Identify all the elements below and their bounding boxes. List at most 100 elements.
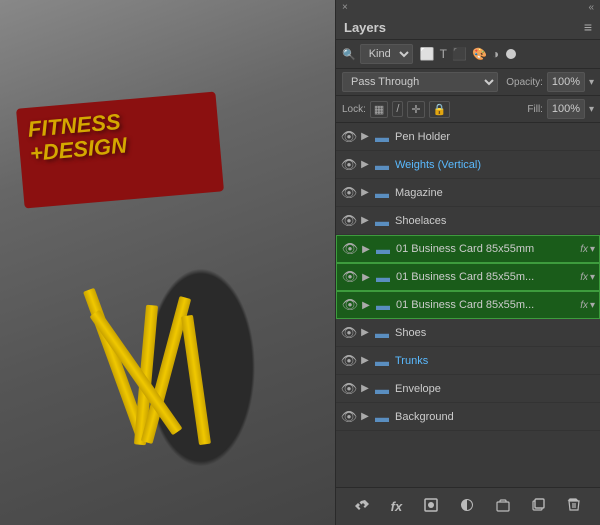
filter-toggle-dot[interactable] — [506, 49, 516, 59]
filter-smart-icon[interactable]: 🎨 — [471, 46, 488, 62]
layer-name: Background — [395, 411, 596, 423]
folder-icon: ▬ — [373, 241, 393, 257]
expand-icon[interactable]: ▶ — [358, 131, 372, 142]
kind-select[interactable]: Kind — [360, 44, 413, 64]
visibility-icon[interactable]: 👁 — [341, 297, 359, 313]
layer-name: Shoes — [395, 327, 596, 339]
layer-item[interactable]: 👁 ▶ ▬ Shoes — [336, 319, 600, 347]
delete-layer-btn[interactable] — [562, 495, 586, 518]
layer-item-highlighted-1[interactable]: 👁 ▶ ▬ 01 Business Card 85x55mm fx ▾ — [336, 235, 600, 263]
filter-mask-icon[interactable]: ◑ — [491, 46, 500, 62]
filter-vector-icon[interactable]: ⬛ — [451, 46, 468, 62]
mask-btn[interactable] — [419, 495, 443, 518]
layer-item[interactable]: 👁 ▶ ▬ Weights (Vertical) — [336, 151, 600, 179]
blend-row: Pass Through Normal Multiply Screen Over… — [336, 69, 600, 96]
expand-icon[interactable]: ▶ — [358, 187, 372, 198]
lock-pixels-btn[interactable]: ▦ — [370, 101, 388, 118]
search-icon: 🔍 — [342, 48, 356, 61]
expand-icon[interactable]: ▶ — [359, 272, 373, 283]
layer-item[interactable]: 👁 ▶ ▬ Magazine — [336, 179, 600, 207]
lock-position-btn[interactable]: / — [392, 101, 403, 117]
layer-name: Trunks — [395, 355, 596, 367]
new-layer-btn[interactable] — [526, 495, 550, 518]
folder-icon: ▬ — [373, 297, 393, 313]
lock-icons: ▦ / ✛ 🔒 — [370, 101, 450, 118]
filter-icons-group: ⬜ T ⬛ 🎨 ◑ — [419, 46, 500, 62]
expand-icon[interactable]: ▶ — [358, 215, 372, 226]
lock-label: Lock: — [342, 104, 366, 115]
opacity-arrow[interactable]: ▾ — [589, 77, 594, 88]
expand-icon[interactable]: ▶ — [358, 159, 372, 170]
expand-icon[interactable]: ▶ — [358, 327, 372, 338]
folder-icon: ▬ — [372, 185, 392, 201]
expand-icon[interactable]: ▶ — [358, 383, 372, 394]
link-layers-btn[interactable] — [350, 495, 374, 518]
canvas-image — [0, 0, 335, 525]
layer-expand-arrow[interactable]: ▾ — [590, 244, 595, 255]
visibility-icon[interactable]: 👁 — [340, 157, 358, 173]
filter-text-icon[interactable]: T — [439, 46, 448, 62]
expand-icon[interactable]: ▶ — [358, 355, 372, 366]
layer-name: 01 Business Card 85x55mm — [396, 243, 577, 255]
canvas-area: FITNESS+DESIGN — [0, 0, 335, 525]
layer-expand-arrow[interactable]: ▾ — [590, 272, 595, 283]
folder-icon: ▬ — [372, 325, 392, 341]
folder-icon: ▬ — [372, 409, 392, 425]
layer-name: 01 Business Card 85x55m... — [396, 271, 577, 283]
layer-name: Pen Holder — [395, 131, 596, 143]
business-card: FITNESS+DESIGN — [16, 91, 224, 208]
layer-item[interactable]: 👁 ▶ ▬ Shoelaces — [336, 207, 600, 235]
fx-badge: fx — [580, 272, 588, 283]
visibility-icon[interactable]: 👁 — [340, 129, 358, 145]
visibility-icon[interactable]: 👁 — [341, 269, 359, 285]
layer-name: Weights (Vertical) — [395, 159, 596, 171]
panel-title: Layers — [344, 20, 386, 35]
layer-item-highlighted-2[interactable]: 👁 ▶ ▬ 01 Business Card 85x55m... fx ▾ — [336, 263, 600, 291]
fx-btn[interactable]: fx — [386, 496, 408, 517]
bottom-toolbar: fx — [336, 487, 600, 525]
opacity-input[interactable] — [547, 72, 585, 92]
layer-item[interactable]: 👁 ▶ ▬ Background — [336, 403, 600, 431]
visibility-icon[interactable]: 👁 — [340, 353, 358, 369]
panel-close-icon[interactable]: × — [342, 2, 348, 13]
lock-all-btn[interactable]: 🔒 — [429, 101, 451, 118]
adjustment-btn[interactable] — [455, 495, 479, 518]
expand-icon[interactable]: ▶ — [359, 244, 373, 255]
opacity-label: Opacity: — [506, 77, 543, 88]
canvas-background: FITNESS+DESIGN — [0, 0, 335, 525]
filter-row: 🔍 Kind ⬜ T ⬛ 🎨 ◑ — [336, 40, 600, 69]
new-group-btn[interactable] — [491, 495, 515, 518]
layer-name: Envelope — [395, 383, 596, 395]
visibility-icon[interactable]: 👁 — [341, 241, 359, 257]
layer-item[interactable]: 👁 ▶ ▬ Pen Holder — [336, 123, 600, 151]
fill-arrow[interactable]: ▾ — [589, 104, 594, 115]
fill-label: Fill: — [527, 104, 543, 115]
visibility-icon[interactable]: 👁 — [340, 409, 358, 425]
expand-icon[interactable]: ▶ — [359, 300, 373, 311]
layer-list: 👁 ▶ ▬ Pen Holder 👁 ▶ ▬ Weights (Vertical… — [336, 123, 600, 487]
layer-item[interactable]: 👁 ▶ ▬ Trunks — [336, 347, 600, 375]
panel-collapse-icon[interactable]: « — [588, 2, 594, 13]
folder-icon: ▬ — [373, 269, 393, 285]
fx-badge: fx — [580, 300, 588, 311]
layer-expand-arrow[interactable]: ▾ — [590, 300, 595, 311]
visibility-icon[interactable]: 👁 — [340, 325, 358, 341]
fill-input[interactable] — [547, 99, 585, 119]
folder-icon: ▬ — [372, 213, 392, 229]
folder-icon: ▬ — [372, 381, 392, 397]
expand-icon[interactable]: ▶ — [358, 411, 372, 422]
lock-artboard-btn[interactable]: ✛ — [407, 101, 424, 118]
layer-item[interactable]: 👁 ▶ ▬ Envelope — [336, 375, 600, 403]
folder-icon: ▬ — [372, 157, 392, 173]
panel-menu-icon[interactable]: ≡ — [584, 19, 592, 35]
visibility-icon[interactable]: 👁 — [340, 381, 358, 397]
panel-top-bar: × « — [336, 0, 600, 13]
visibility-icon[interactable]: 👁 — [340, 213, 358, 229]
visibility-icon[interactable]: 👁 — [340, 185, 358, 201]
layer-name: Shoelaces — [395, 215, 596, 227]
panel-header: Layers ≡ — [336, 13, 600, 40]
blend-mode-select[interactable]: Pass Through Normal Multiply Screen Over… — [342, 72, 498, 92]
filter-pixel-icon[interactable]: ⬜ — [419, 46, 436, 62]
layer-item-highlighted-3[interactable]: 👁 ▶ ▬ 01 Business Card 85x55m... fx ▾ — [336, 291, 600, 319]
lock-row: Lock: ▦ / ✛ 🔒 Fill: ▾ — [336, 96, 600, 123]
